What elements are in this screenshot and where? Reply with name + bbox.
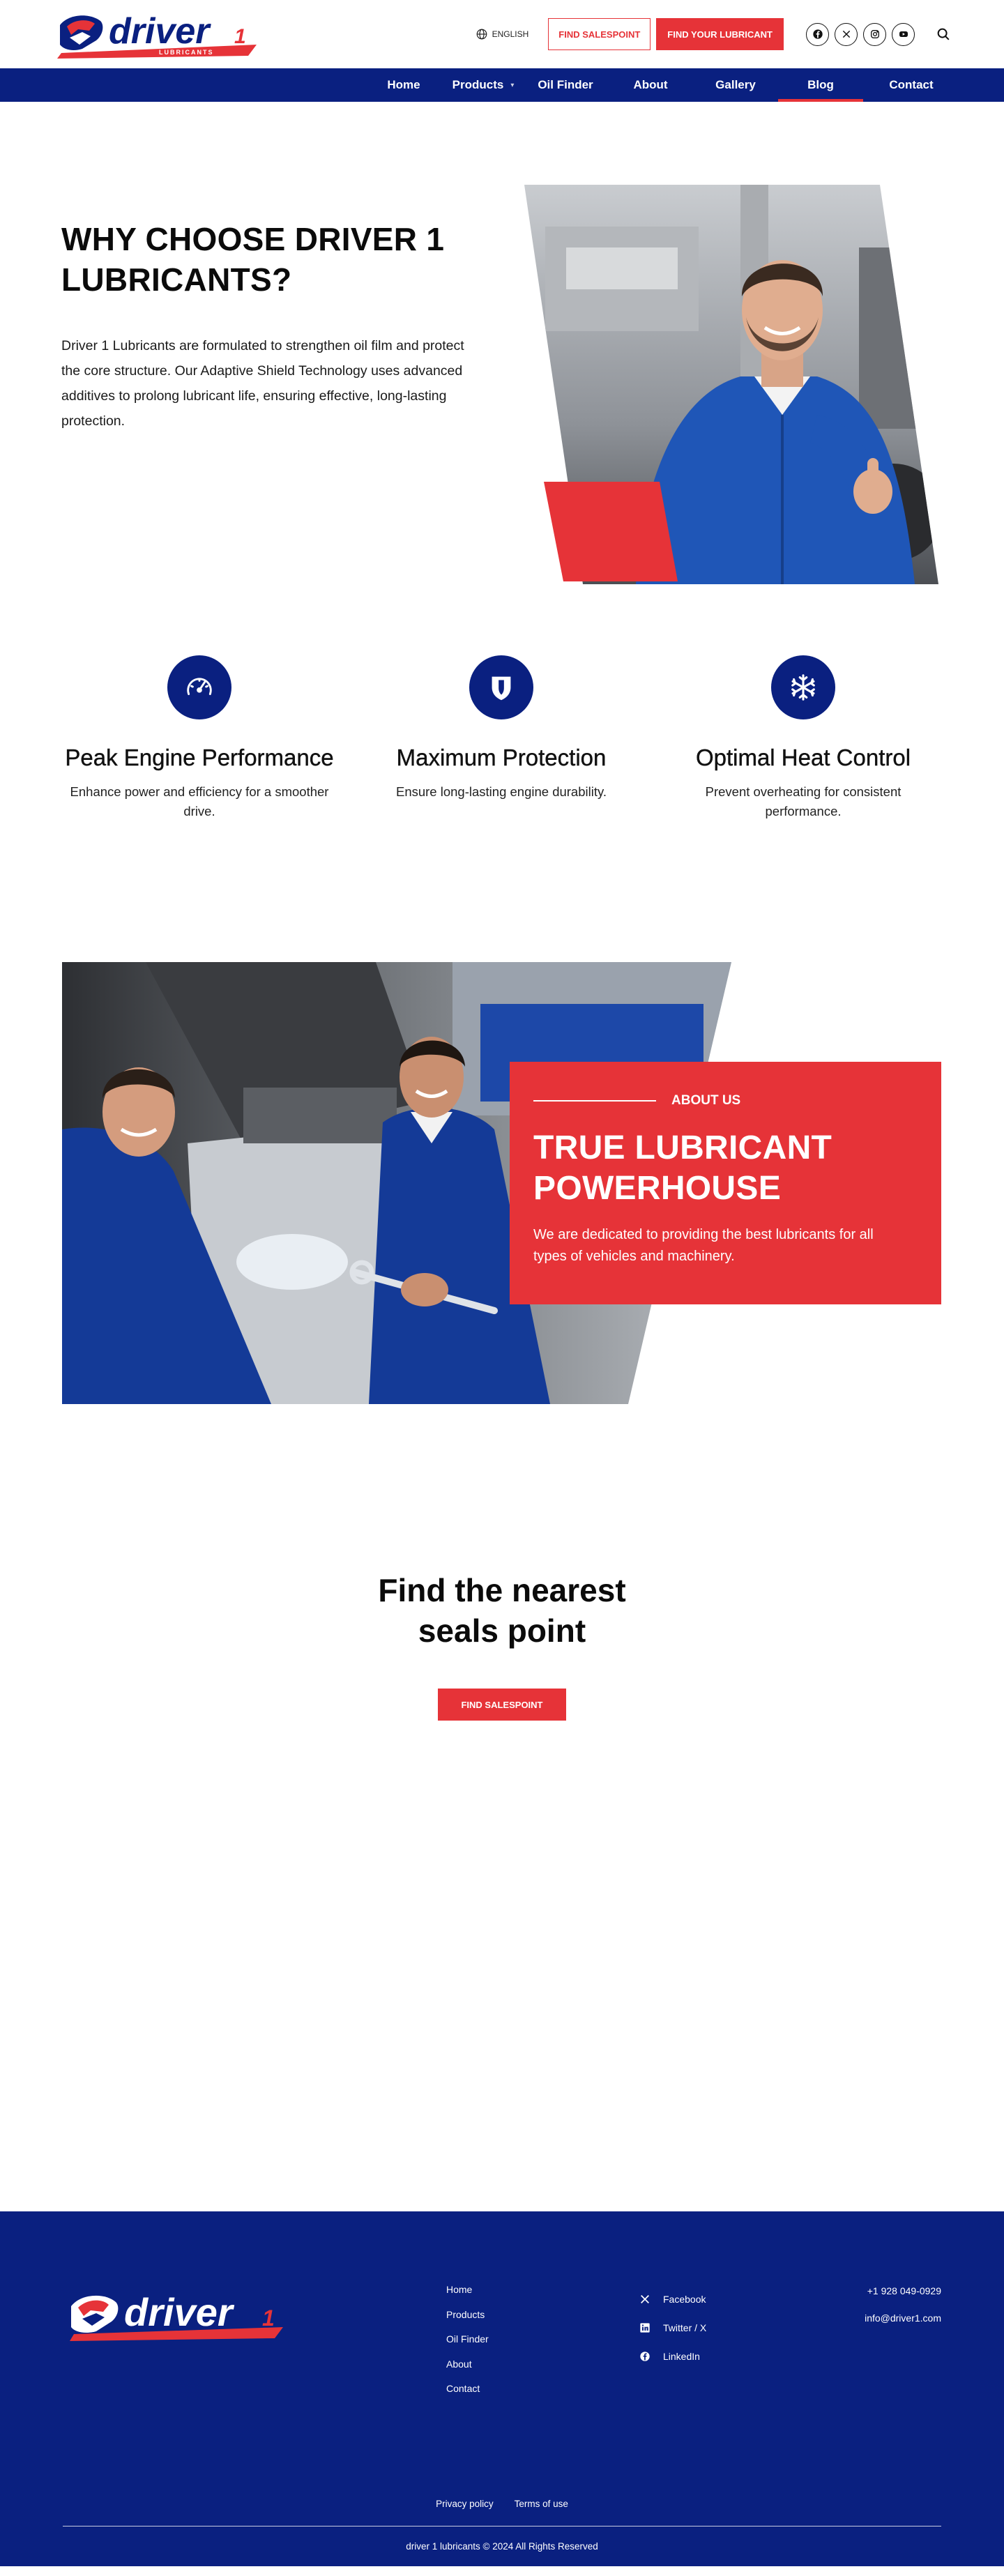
footer-social-linkedin[interactable]: LinkedIn	[639, 2342, 706, 2370]
nav-item-about[interactable]: About	[608, 68, 693, 102]
footer-divider	[63, 2526, 941, 2527]
nav-label: Contact	[889, 78, 934, 91]
footer-link-about[interactable]: About	[446, 2358, 489, 2384]
about-card: ABOUT US TRUE LUBRICANT POWERHOUSE We ar…	[510, 1062, 941, 1304]
find-salespoint-cta-button[interactable]: FIND SALESPOINT	[438, 1689, 566, 1721]
search-icon[interactable]	[936, 26, 951, 42]
facebook-link[interactable]	[806, 22, 829, 46]
youtube-link[interactable]	[892, 22, 915, 46]
find-lubricant-button[interactable]: FIND YOUR LUBRICANT	[656, 18, 784, 50]
nav-label: Gallery	[715, 78, 756, 91]
footer-copyright: driver 1 lubricants © 2024 All Rights Re…	[406, 2541, 598, 2552]
find-salespoint-button[interactable]: FIND SALESPOINT	[548, 18, 651, 50]
feature-title: Peak Engine Performance	[65, 745, 334, 770]
footer-link-products[interactable]: Products	[446, 2309, 489, 2334]
footer-link-oil-finder[interactable]: Oil Finder	[446, 2333, 489, 2358]
svg-text:driver: driver	[109, 11, 211, 52]
nav-item-products[interactable]: Products ▾	[443, 68, 523, 102]
why-choose-section: WHY CHOOSE DRIVER 1 LUBRICANTS? Driver 1…	[0, 102, 1004, 655]
footer-social-twitter[interactable]: Twitter / X	[639, 2313, 706, 2342]
snowflake-icon	[791, 674, 815, 701]
features-section: Peak Engine Performance Enhance power an…	[0, 655, 1004, 962]
footer-legal-links: Privacy policy Terms of use	[0, 2499, 1004, 2509]
linkedin-icon	[640, 2322, 650, 2333]
shield-icon	[492, 676, 511, 701]
x-twitter-icon	[842, 30, 850, 38]
footer-email[interactable]: info@driver1.com	[865, 2312, 941, 2340]
nav-item-blog[interactable]: Blog	[778, 68, 863, 102]
social-label: LinkedIn	[663, 2350, 700, 2362]
feature-text: Enhance power and efficiency for a smoot…	[70, 784, 329, 818]
footer-links: Home Products Oil Finder About Contact	[446, 2284, 489, 2408]
svg-text:driver: driver	[124, 2290, 235, 2334]
language-label: ENGLISH	[492, 29, 529, 39]
feature-text: Ensure long-lasting engine durability.	[395, 784, 607, 799]
nav-label: About	[633, 78, 668, 91]
footer-contact: +1 928 049-0929 info@driver1.com	[865, 2285, 941, 2340]
svg-text:1: 1	[234, 25, 246, 48]
mechanic-thumbs-up-image	[524, 185, 938, 584]
speedometer-icon	[187, 678, 212, 696]
globe-icon	[476, 29, 487, 40]
header-actions: ENGLISH FIND SALESPOINT FIND YOUR LUBRIC…	[476, 18, 951, 50]
site-header: driver 1 LUBRICANTS ENGLISH FIND SALESPO…	[0, 0, 1004, 102]
instagram-icon	[870, 30, 879, 38]
nav-item-oil-finder[interactable]: Oil Finder	[523, 68, 608, 102]
svg-text:LUBRICANTS: LUBRICANTS	[159, 49, 214, 56]
footer-social-links: Facebook Twitter / X LinkedIn	[639, 2285, 706, 2370]
brand-logo[interactable]: driver 1 LUBRICANTS	[54, 10, 261, 60]
main-nav: Home Products ▾ Oil Finder About Gallery …	[0, 68, 1004, 102]
about-section: ABOUT US TRUE LUBRICANT POWERHOUSE We ar…	[0, 962, 1004, 1436]
language-selector[interactable]: ENGLISH	[476, 28, 529, 40]
nav-label: Products	[452, 78, 504, 91]
social-label: Twitter / X	[663, 2322, 707, 2333]
chevron-down-icon: ▾	[510, 81, 515, 89]
feature-card-performance: Peak Engine Performance Enhance power an…	[60, 655, 339, 821]
top-bar: driver 1 LUBRICANTS ENGLISH FIND SALESPO…	[0, 0, 1004, 68]
nav-item-home[interactable]: Home	[364, 68, 443, 102]
feature-icon-badge	[469, 655, 533, 719]
feature-card-protection: Maximum Protection Ensure long-lasting e…	[362, 655, 641, 802]
footer-social-facebook[interactable]: Facebook	[639, 2285, 706, 2313]
find-title-line-1: Find the nearest	[378, 1572, 626, 1608]
about-eyebrow-label: ABOUT US	[671, 1093, 741, 1108]
why-title: WHY CHOOSE DRIVER 1 LUBRICANTS?	[61, 221, 445, 298]
footer-logo[interactable]: driver 1	[66, 2289, 289, 2342]
nav-label: Blog	[807, 78, 834, 91]
privacy-policy-link[interactable]: Privacy policy	[436, 2499, 494, 2509]
eyebrow-divider	[533, 1100, 656, 1102]
about-eyebrow: ABOUT US	[533, 1093, 918, 1108]
facebook-icon	[812, 29, 823, 39]
site-footer: driver 1 Home Products Oil Finder About …	[0, 2211, 1004, 2566]
find-salespoint-section: Find the nearest seals point FIND SALESP…	[0, 1436, 1004, 2211]
feature-icon-badge	[771, 655, 835, 719]
footer-link-contact[interactable]: Contact	[446, 2383, 489, 2408]
instagram-link[interactable]	[863, 22, 886, 46]
facebook-icon	[640, 2351, 650, 2361]
why-description: Driver 1 Lubricants are formulated to st…	[61, 338, 464, 429]
social-label: Facebook	[663, 2293, 706, 2305]
x-twitter-link[interactable]	[835, 22, 858, 46]
about-description: We are dedicated to providing the best l…	[533, 1227, 874, 1264]
svg-text:1: 1	[262, 2306, 275, 2331]
nav-item-gallery[interactable]: Gallery	[693, 68, 778, 102]
feature-text: Prevent overheating for consistent perfo…	[705, 784, 902, 818]
feature-icon-badge	[167, 655, 231, 719]
x-twitter-icon	[641, 2294, 649, 2303]
find-title-line-2: seals point	[418, 1613, 586, 1649]
terms-of-use-link[interactable]: Terms of use	[515, 2499, 568, 2509]
about-title: TRUE LUBRICANT POWERHOUSE	[533, 1129, 832, 1207]
nav-label: Home	[387, 78, 420, 91]
feature-title: Optimal Heat Control	[695, 745, 911, 770]
footer-link-home[interactable]: Home	[446, 2284, 489, 2309]
find-title: Find the nearest seals point	[0, 1570, 1004, 1651]
footer-phone[interactable]: +1 928 049-0929	[865, 2285, 941, 2312]
nav-label: Oil Finder	[538, 78, 593, 91]
youtube-icon	[899, 31, 908, 37]
nav-item-contact[interactable]: Contact	[863, 68, 959, 102]
feature-card-heat-control: Optimal Heat Control Prevent overheating…	[664, 655, 943, 821]
feature-title: Maximum Protection	[396, 745, 607, 770]
